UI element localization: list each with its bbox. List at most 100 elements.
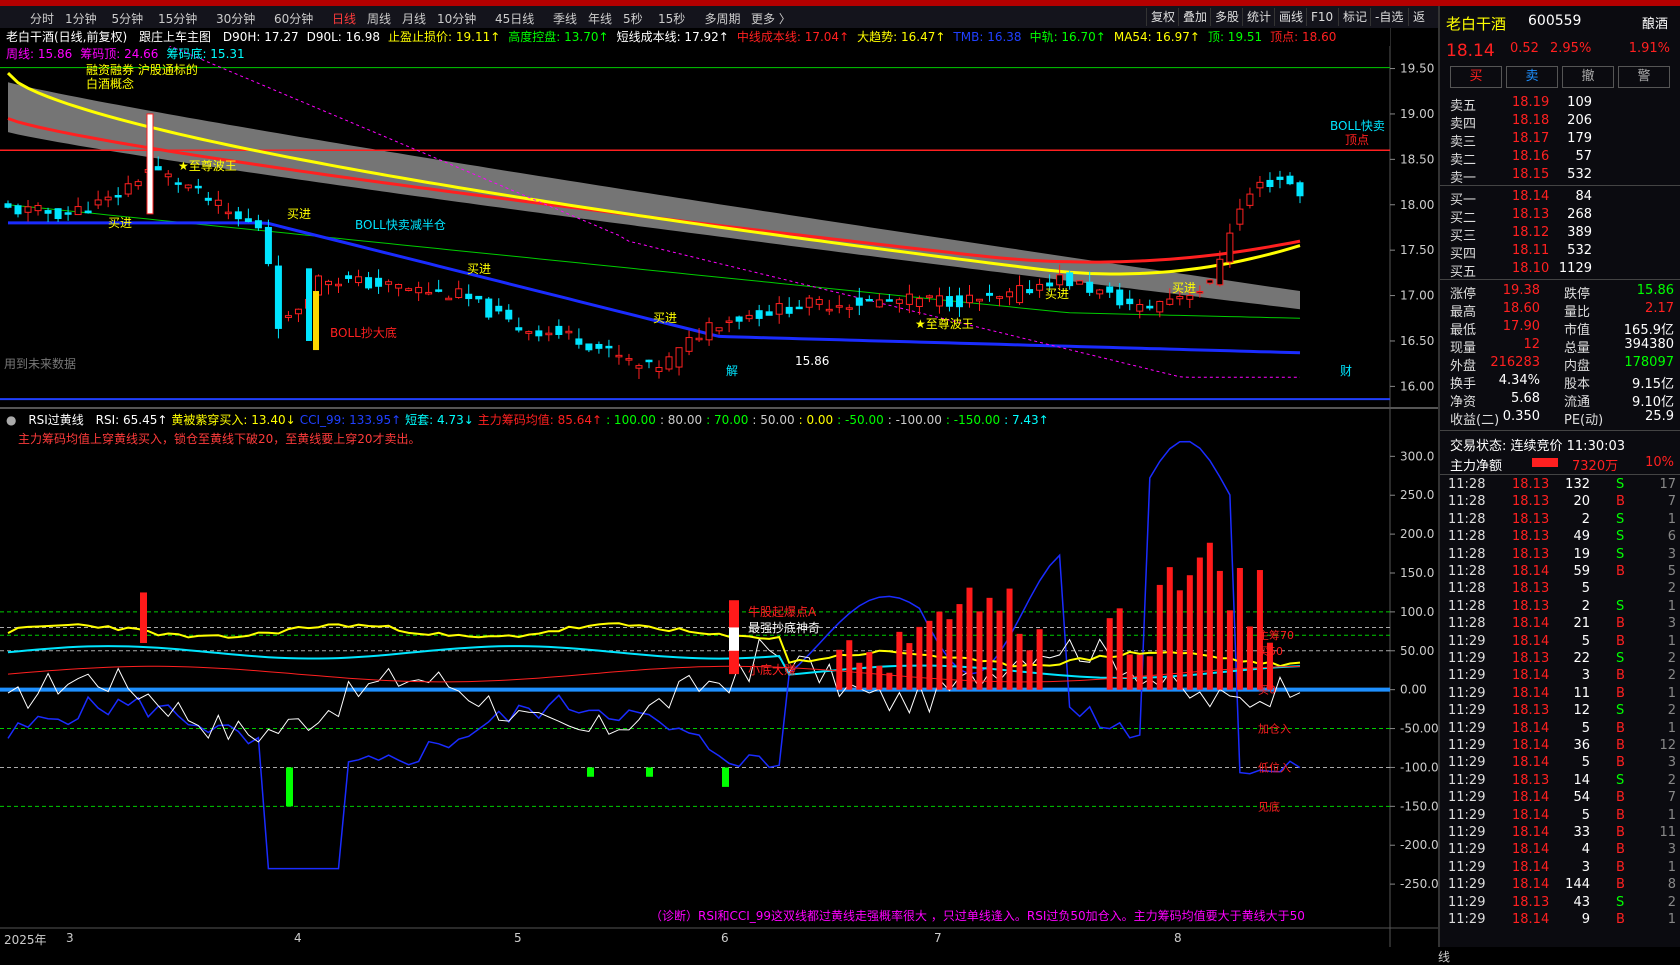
candle-body xyxy=(955,295,963,308)
trade-button-3[interactable]: 警 xyxy=(1618,66,1670,88)
candle-body xyxy=(1096,289,1104,295)
period-tab-4[interactable]: 30分钟 xyxy=(216,10,255,27)
period-tab-10[interactable]: 45日线 xyxy=(495,10,534,27)
period-tab-3[interactable]: 15分钟 xyxy=(158,10,197,27)
period-tab-2[interactable]: 5分钟 xyxy=(112,10,144,27)
toolbar-button-3[interactable]: 统计 xyxy=(1242,8,1275,26)
trade-button-0[interactable]: 买 xyxy=(1450,66,1502,88)
toolbar-button-5[interactable]: F10 xyxy=(1306,8,1337,26)
main-indicator-header-line2: 周线: 15.86 筹码顶: 24.66 筹码底: 15.31 xyxy=(0,45,1396,61)
period-tab-12[interactable]: 年线 xyxy=(588,10,612,27)
gear-icon[interactable]: ● xyxy=(6,413,16,427)
tick-volume: 20 xyxy=(1573,494,1590,510)
tick-price: 18.14 xyxy=(1512,633,1550,649)
period-tab-7[interactable]: 周线 xyxy=(367,10,391,27)
candle-body xyxy=(1026,289,1034,294)
histogram-bar xyxy=(916,626,923,690)
period-tab-1[interactable]: 1分钟 xyxy=(65,10,97,27)
tick-row: 11:29 18.14 9 B 1 xyxy=(1440,911,1680,929)
signal-bar xyxy=(140,592,147,643)
period-toolbar: 分时 1分钟 5分钟 15分钟 30分钟 60分钟 日线 周线 月线 10分钟 45日线 季线 年线 5秒… xyxy=(0,6,1440,42)
tick-side: B xyxy=(1616,755,1625,771)
rsi-axis-label: -250.0 xyxy=(1400,877,1439,891)
ask-price: 18.19 xyxy=(1512,95,1550,110)
histogram-bar xyxy=(906,643,913,690)
toolbar-button-2[interactable]: 多股 xyxy=(1210,8,1243,26)
quote-price: 18.14 0.52 2.95% 1.91% xyxy=(1440,40,1680,61)
tick-price: 18.13 xyxy=(1512,494,1550,510)
tick-time: 11:28 xyxy=(1448,529,1486,545)
candle-body xyxy=(1076,280,1084,285)
period-tab-11[interactable]: 季线 xyxy=(553,10,577,27)
tick-side: B xyxy=(1616,790,1625,806)
rsi-annotation: 小底大赚 xyxy=(748,662,796,677)
toolbar-button-8[interactable]: 返回 xyxy=(1408,8,1440,42)
period-tab-6[interactable]: 日线 xyxy=(332,10,356,27)
candle-body xyxy=(114,195,122,198)
candle-body xyxy=(164,173,172,178)
bottom-signal-bar xyxy=(587,767,594,777)
period-tab-16[interactable]: 更多 〉 xyxy=(751,10,791,27)
period-tab-0[interactable]: 分时 xyxy=(30,10,54,27)
rsi-axis-label: -50.00 xyxy=(1400,722,1439,736)
period-tab-5[interactable]: 60分钟 xyxy=(274,10,313,27)
tick-row: 11:28 18.14 59 B 5 xyxy=(1440,563,1680,581)
tick-side: S xyxy=(1616,529,1625,545)
tick-price: 18.13 xyxy=(1512,651,1550,666)
rsi-indicator-name[interactable]: RSI过黄线 xyxy=(28,411,84,428)
main-indicator-value: 高度控盘: 13.70↑ xyxy=(508,30,609,44)
price-label: 16.00 xyxy=(1400,379,1434,393)
tick-count: 1 xyxy=(1667,807,1676,823)
bid-row: 买一 18.14 84 xyxy=(1440,188,1680,208)
candle-body xyxy=(44,210,52,214)
ask-row: 卖一 18.15 532 xyxy=(1440,166,1680,186)
main-indicator-header: 老白干酒(日线,前复权) 跟庄上车主图 D90H: 17.27 D90L: 16.… xyxy=(0,28,1390,46)
tick-side: B xyxy=(1616,738,1625,753)
period-tab-13[interactable]: 5秒 xyxy=(623,10,643,27)
bid-row: 买二 18.13 268 xyxy=(1440,206,1680,226)
toolbar-button-1[interactable]: 叠加 xyxy=(1178,8,1211,26)
candle-body xyxy=(935,295,943,307)
tick-price: 18.14 xyxy=(1512,912,1550,927)
price-label: 17.00 xyxy=(1400,289,1434,303)
tick-row: 11:28 18.13 5 2 xyxy=(1440,580,1680,598)
trade-button-2[interactable]: 撤 xyxy=(1562,66,1614,88)
trade-button-1[interactable]: 卖 xyxy=(1506,66,1558,88)
kline-chart[interactable]: 融资融券 沪股通标的白酒概念★至尊波王买进买进BOLL快卖减半仓BOLL抄大底买… xyxy=(0,28,1440,947)
tick-side: S xyxy=(1616,651,1625,666)
tick-row: 11:28 18.13 49 S 6 xyxy=(1440,528,1680,546)
rsi-indicator-value: : 80.00 xyxy=(659,413,703,427)
price-label: 19.50 xyxy=(1400,62,1434,76)
tick-volume: 5 xyxy=(1581,633,1590,649)
chart-annotation: 买进 xyxy=(1045,287,1069,301)
candle-body xyxy=(1156,300,1164,313)
period-tab-8[interactable]: 月线 xyxy=(402,10,426,27)
chart-annotation: 解 xyxy=(726,364,738,378)
toolbar-button-7[interactable]: -自选 xyxy=(1370,8,1407,26)
tick-side: B xyxy=(1616,912,1625,927)
toolbar-button-6[interactable]: 标记 xyxy=(1338,8,1371,26)
toolbar-button-0[interactable]: 复权 xyxy=(1146,8,1179,26)
tick-volume: 21 xyxy=(1573,616,1590,632)
histogram-bar xyxy=(836,649,843,690)
tick-price: 18.13 xyxy=(1512,529,1550,545)
tick-row: 11:29 18.14 36 B 12 xyxy=(1440,737,1680,755)
candle-body xyxy=(695,337,703,341)
tick-volume: 36 xyxy=(1573,738,1590,753)
tick-count: 2 xyxy=(1667,668,1676,684)
rsi-axis-label: 100.0 xyxy=(1400,605,1434,619)
candle-body xyxy=(94,199,102,206)
stat-value: 0.350 xyxy=(1502,409,1540,424)
period-tab-14[interactable]: 15秒 xyxy=(658,10,685,27)
indicator-name[interactable]: 跟庄上车主图 xyxy=(139,28,211,45)
period-tab-9[interactable]: 10分钟 xyxy=(437,10,476,27)
period-tab-15[interactable]: 多周期 xyxy=(705,10,741,27)
candle-body xyxy=(595,343,603,349)
candle-body xyxy=(134,181,142,187)
toolbar-button-4[interactable]: 画线 xyxy=(1274,8,1307,26)
stat-row: 涨停 19.38 跌停 15.86 xyxy=(1440,282,1680,302)
bid-row: 买五 18.10 1129 xyxy=(1440,260,1680,280)
main-net-bar xyxy=(1532,458,1558,467)
candle-body xyxy=(775,303,783,315)
candle-body xyxy=(515,327,523,331)
